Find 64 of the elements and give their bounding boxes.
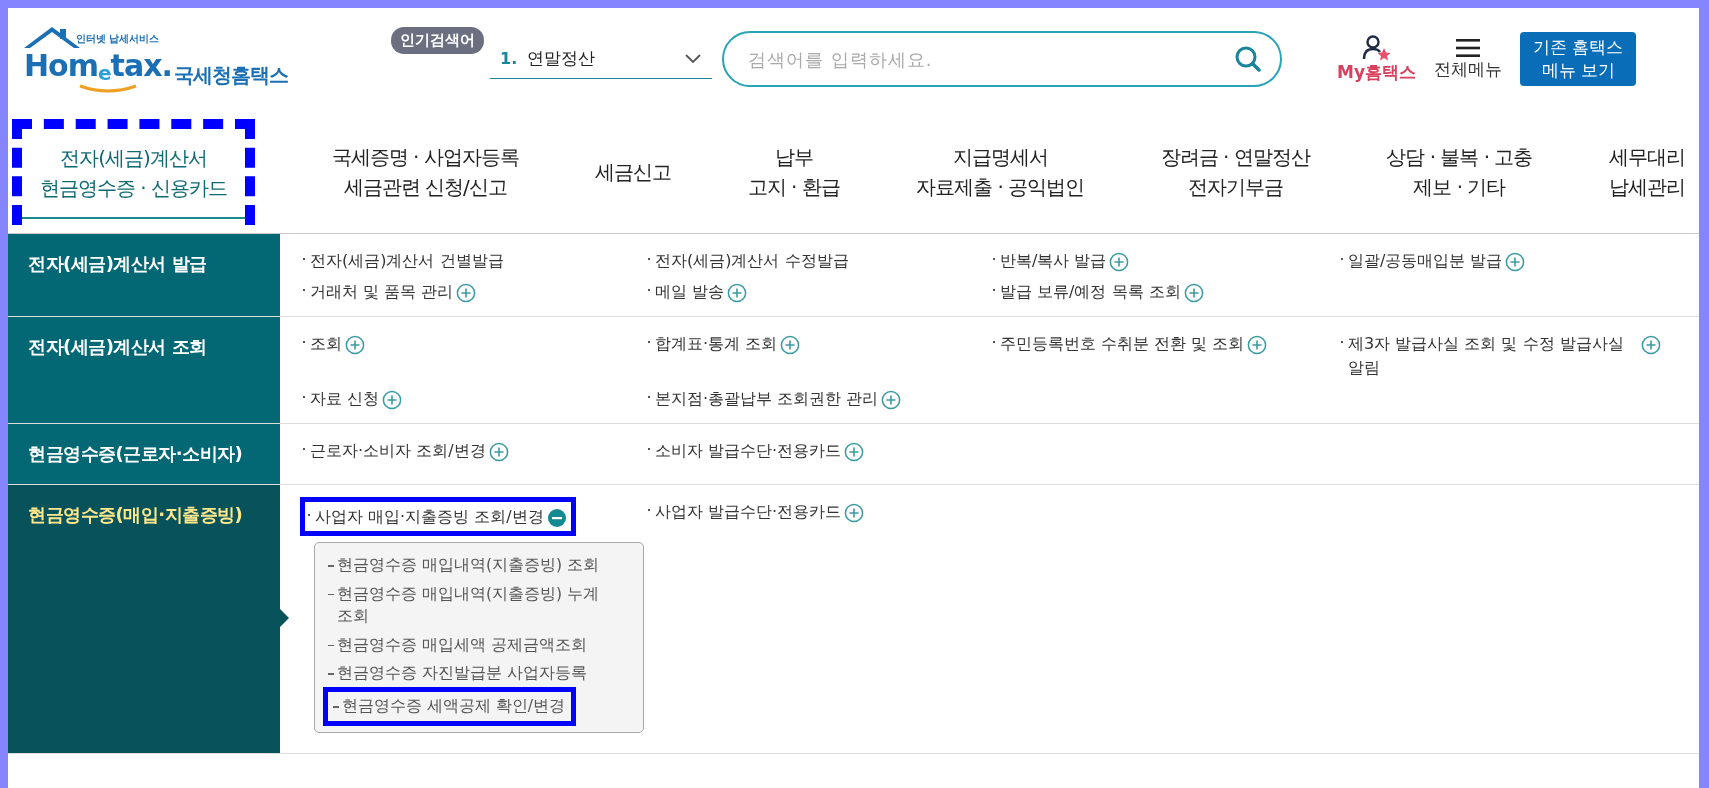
submenu-item[interactable]: 현금영수증 매입내역(지출증빙) 조회 — [323, 551, 605, 580]
menu-item[interactable]: 조회 — [300, 329, 369, 359]
submenu-item[interactable]: 현금영수증 매입내역(지출증빙) 누계 조회 — [323, 579, 613, 631]
category-label[interactable]: 전자(세금)계산서 발급 — [8, 234, 280, 317]
menu-item[interactable]: 일괄/공동매입분 발급 — [1338, 246, 1530, 276]
menu-item[interactable]: 전자(세금)계산서 수정발급 — [645, 246, 853, 276]
menu-item[interactable]: 사업자 발급수단·전용카드 — [645, 496, 869, 527]
expand-icon[interactable] — [1641, 335, 1661, 356]
menu-item[interactable]: 발급 보류/예정 목록 조회 — [990, 277, 1208, 307]
collapse-icon[interactable] — [546, 507, 567, 528]
submenu-item[interactable]: 현금영수증 자진발급분 사업자등록 — [323, 659, 593, 688]
menu-item[interactable]: 메일 발송 — [645, 277, 752, 307]
menu-item[interactable]: 거래처 및 품목 관리 — [300, 277, 481, 307]
expand-icon[interactable] — [727, 283, 748, 304]
user-star-icon — [1361, 34, 1392, 61]
nav-tab[interactable]: 세무대리 납세관리 — [1608, 131, 1685, 212]
keyword-dropdown[interactable]: 1. 연말정산 — [490, 39, 712, 79]
submenu-item[interactable]: 현금영수증 세액공제 확인/변경 — [323, 687, 577, 726]
menu-icon — [1455, 37, 1481, 58]
menu-item[interactable]: 반복/복사 발급 — [990, 246, 1134, 276]
pointer-arrow — [280, 608, 289, 627]
nav-tab[interactable]: 상담 · 불복 · 고충 제보 · 기타 — [1386, 131, 1533, 212]
classic-menu-button[interactable]: 기존 홈택스 메뉴 보기 — [1520, 32, 1637, 86]
expand-icon[interactable] — [1109, 252, 1130, 272]
nav-tab[interactable]: 납부 고지 · 환급 — [747, 131, 840, 212]
category-label[interactable]: 현금영수증(근로자·소비자) — [8, 423, 280, 484]
category-label[interactable]: 전자(세금)계산서 조회 — [8, 317, 280, 423]
expand-icon[interactable] — [844, 502, 865, 523]
logo-tagline: 인터넷 납세서비스 — [76, 32, 160, 46]
submenu-item[interactable]: 현금영수증 매입세액 공제금액조회 — [323, 630, 593, 659]
menu-item[interactable]: 소비자 발급수단·전용카드 — [645, 435, 869, 466]
popular-badge: 인기검색어 — [391, 27, 484, 54]
menu-item[interactable]: 근로자·소비자 조회/변경 — [300, 435, 513, 466]
expand-icon[interactable] — [881, 389, 902, 410]
nav-tab[interactable]: 국세증명 · 사업자등록 세금관련 신청/신고 — [331, 131, 519, 212]
expand-icon[interactable] — [1247, 335, 1268, 356]
menu-item[interactable]: 전자(세금)계산서 건별발급 — [300, 246, 508, 276]
nav-tab[interactable]: 세금신고 — [595, 146, 672, 197]
menu-item[interactable]: 사업자 매입·지출증빙 조회/변경 — [300, 496, 576, 537]
category-label[interactable]: 현금영수증(매입·지출증빙) — [8, 484, 280, 753]
menu-item[interactable]: 주민등록번호 수취분 전환 및 조회 — [990, 329, 1272, 359]
logo-name[interactable]: 국세청홈택스 — [174, 62, 288, 89]
chevron-down-icon — [684, 52, 702, 65]
expand-icon[interactable] — [780, 335, 801, 356]
menu-item[interactable]: 자료 신청 — [300, 383, 407, 413]
expand-icon[interactable] — [382, 389, 403, 410]
expand-icon[interactable] — [844, 441, 865, 462]
menu-item[interactable]: 합계표·통계 조회 — [645, 329, 805, 359]
smile-swoosh-icon — [78, 84, 138, 94]
expand-icon[interactable] — [488, 441, 509, 462]
expand-icon[interactable] — [1183, 283, 1204, 304]
logo-wordmark[interactable]: Hom$_{e}$tax. — [24, 48, 172, 85]
my-hometax-link[interactable]: My홈택스 — [1337, 34, 1416, 84]
search-field[interactable]: 검색어를 입력하세요. — [722, 31, 1282, 87]
menu-item[interactable]: 본지점·총괄납부 조회권한 관리 — [645, 383, 906, 413]
nav-tab[interactable]: 장려금 · 연말정산 전자기부금 — [1160, 131, 1310, 212]
expand-icon[interactable] — [1505, 252, 1526, 272]
nav-tab[interactable]: 지급명세서 자료제출 · 공익법인 — [916, 131, 1085, 212]
search-icon — [1234, 45, 1262, 73]
menu-item[interactable]: 제3자 발급사실 조회 및 수정 발급사실 알림 — [1338, 329, 1665, 382]
nav-tab[interactable]: 전자(세금)계산서 현금영수증 · 신용카드 — [12, 118, 256, 225]
expand-icon[interactable] — [345, 335, 365, 356]
expand-icon[interactable] — [456, 283, 477, 304]
all-menu-link[interactable]: 전체메뉴 — [1434, 37, 1502, 81]
